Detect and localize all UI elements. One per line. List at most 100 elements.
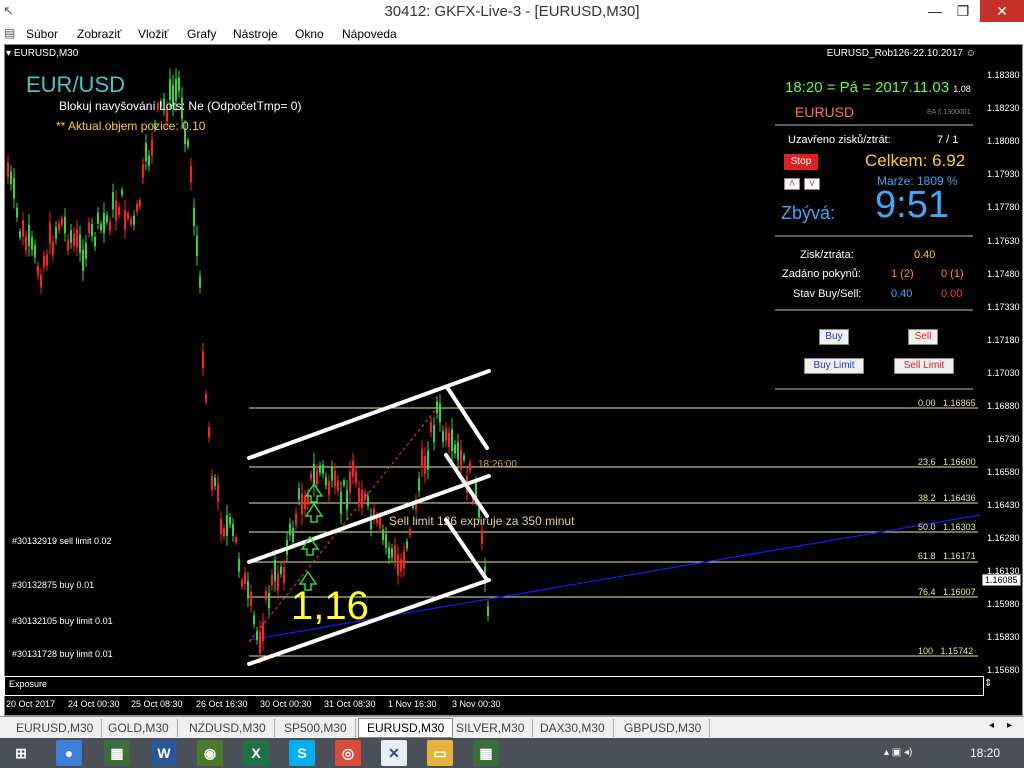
tab-scroll-left-icon[interactable]: ◂ (989, 720, 994, 731)
candle-body (82, 249, 84, 271)
candle-body (70, 230, 72, 243)
exposure-panel[interactable]: Exposure (4, 676, 984, 696)
candle-body (424, 455, 426, 475)
candle-body (175, 78, 177, 101)
fib-level-3: 50.0 1.16303 (918, 522, 976, 532)
tab-dax30[interactable]: DAX30,M30 (532, 719, 614, 737)
sell-limit-button[interactable]: Sell Limit (894, 358, 954, 374)
fib-level-1: 23.6 1.16600 (918, 457, 976, 467)
candle-body (349, 471, 351, 493)
order-label[interactable]: #30131728 buy limit 0.01 (12, 649, 113, 659)
app-icon-2[interactable]: ▦ (104, 740, 130, 766)
candle-body (34, 245, 36, 258)
candle-body (46, 254, 48, 266)
tray-icons[interactable]: ▴ ▣ ◂) (884, 747, 912, 758)
word-icon[interactable]: W (151, 740, 177, 766)
chart-header-ea: EURUSD_Rob126-22.10.2017 ☺ (826, 48, 976, 59)
tab-sp500[interactable]: SP500,M30 (276, 719, 356, 737)
candle-body (169, 79, 171, 100)
trading-app-icon[interactable]: ✕ (381, 740, 407, 766)
candle-body (427, 450, 429, 470)
up-arrow-icon[interactable]: Λ (784, 178, 800, 190)
candle-body (481, 530, 483, 544)
candle-body (394, 545, 396, 561)
app-icon-1[interactable]: ● (56, 740, 82, 766)
candle-body (382, 529, 384, 541)
candle-body (49, 222, 51, 244)
time-marker: 18:26:00 (478, 459, 517, 470)
excel-icon[interactable]: X (243, 740, 269, 766)
tab-silver[interactable]: SILVER,M30 (448, 719, 534, 737)
stop-button[interactable]: Stop (784, 154, 818, 170)
candle-body (121, 189, 123, 195)
tab-nzdusd[interactable]: NZDUSD,M30 (181, 719, 275, 737)
candle-body (229, 516, 231, 525)
candle-body (106, 215, 108, 223)
candle-body (436, 401, 438, 414)
candle-body (277, 573, 279, 591)
panel-state-sell: 0.00 (941, 288, 963, 300)
candle-body (295, 513, 297, 525)
candle-body (7, 162, 9, 178)
tab-eurusd-active[interactable]: EURUSD,M30 (358, 718, 454, 738)
app-icon-3[interactable]: ◉ (197, 740, 223, 766)
candle-body (448, 433, 450, 448)
candle-body (388, 547, 390, 559)
candle-body (190, 165, 192, 183)
chart-header-symbol: ▾ EURUSD,M30 (6, 48, 79, 59)
candle-body (409, 529, 411, 536)
candle-body (271, 574, 273, 586)
panel-remaining-label: Zbývá: (781, 203, 836, 223)
candle-body (94, 236, 96, 247)
candle-body (79, 234, 81, 253)
order-label[interactable]: #30132105 buy limit 0.01 (12, 616, 113, 626)
current-price-tag: 1.16085 (982, 574, 1021, 586)
candle-body (454, 444, 456, 454)
folder-icon[interactable]: ▭ (427, 740, 453, 766)
tab-eurusd[interactable]: EURUSD,M30 (8, 719, 103, 737)
price-tick: 1.17030 (987, 368, 1020, 378)
order-label[interactable]: #30132875 buy 0.01 (12, 580, 94, 590)
windows-start-icon[interactable]: ⊞ (8, 740, 34, 766)
time-tick: 3 Nov 00:30 (452, 699, 501, 709)
sell-limit-note: Sell limit 126 expiruje za 350 minut (389, 514, 575, 528)
scroll-handle-icon[interactable]: ⇕ (984, 678, 992, 689)
buy-limit-button[interactable]: Buy Limit (804, 358, 864, 374)
candle-body (139, 200, 141, 207)
skype-icon[interactable]: S (289, 740, 315, 766)
candle-body (265, 590, 267, 600)
candle-body (232, 524, 234, 536)
candle-body (85, 242, 87, 259)
candle-body (421, 448, 423, 468)
candle-body (238, 558, 240, 572)
order-label[interactable]: #30132919 sell limit 0.02 (12, 536, 112, 546)
tab-gbpusd[interactable]: GBPUSD,M30 (616, 719, 711, 737)
candle-body (274, 559, 276, 581)
candle-body (313, 463, 315, 486)
candle-body (217, 483, 219, 502)
panel-pl-value: 0.40 (914, 249, 936, 261)
candle-body (97, 212, 99, 224)
candle-body (400, 559, 402, 572)
candle-body (214, 477, 216, 486)
chrome-icon[interactable]: ◎ (335, 740, 361, 766)
candle-body (298, 488, 300, 500)
candle-body (100, 223, 102, 231)
time-tick: 20 Oct 2017 (6, 699, 56, 709)
buy-button[interactable]: Buy (819, 329, 849, 345)
app-icon-4[interactable]: ▦ (473, 740, 499, 766)
tab-gold[interactable]: GOLD,M30 (100, 719, 178, 737)
candle-body (283, 567, 285, 583)
time-tick: 31 Oct 08:30 (324, 699, 376, 709)
candle-body (28, 224, 30, 247)
candle-body (268, 592, 270, 609)
candle-body (316, 470, 318, 485)
down-arrow-icon[interactable]: V (804, 178, 820, 190)
tab-scroll-right-icon[interactable]: ▸ (1007, 720, 1012, 731)
fib-level-5: 76.4 1.16007 (918, 587, 976, 597)
sell-button[interactable]: Sell (908, 329, 938, 345)
candle-body (223, 528, 225, 537)
candle-body (136, 203, 138, 212)
candle-body (442, 431, 444, 442)
candle-body (406, 541, 408, 549)
